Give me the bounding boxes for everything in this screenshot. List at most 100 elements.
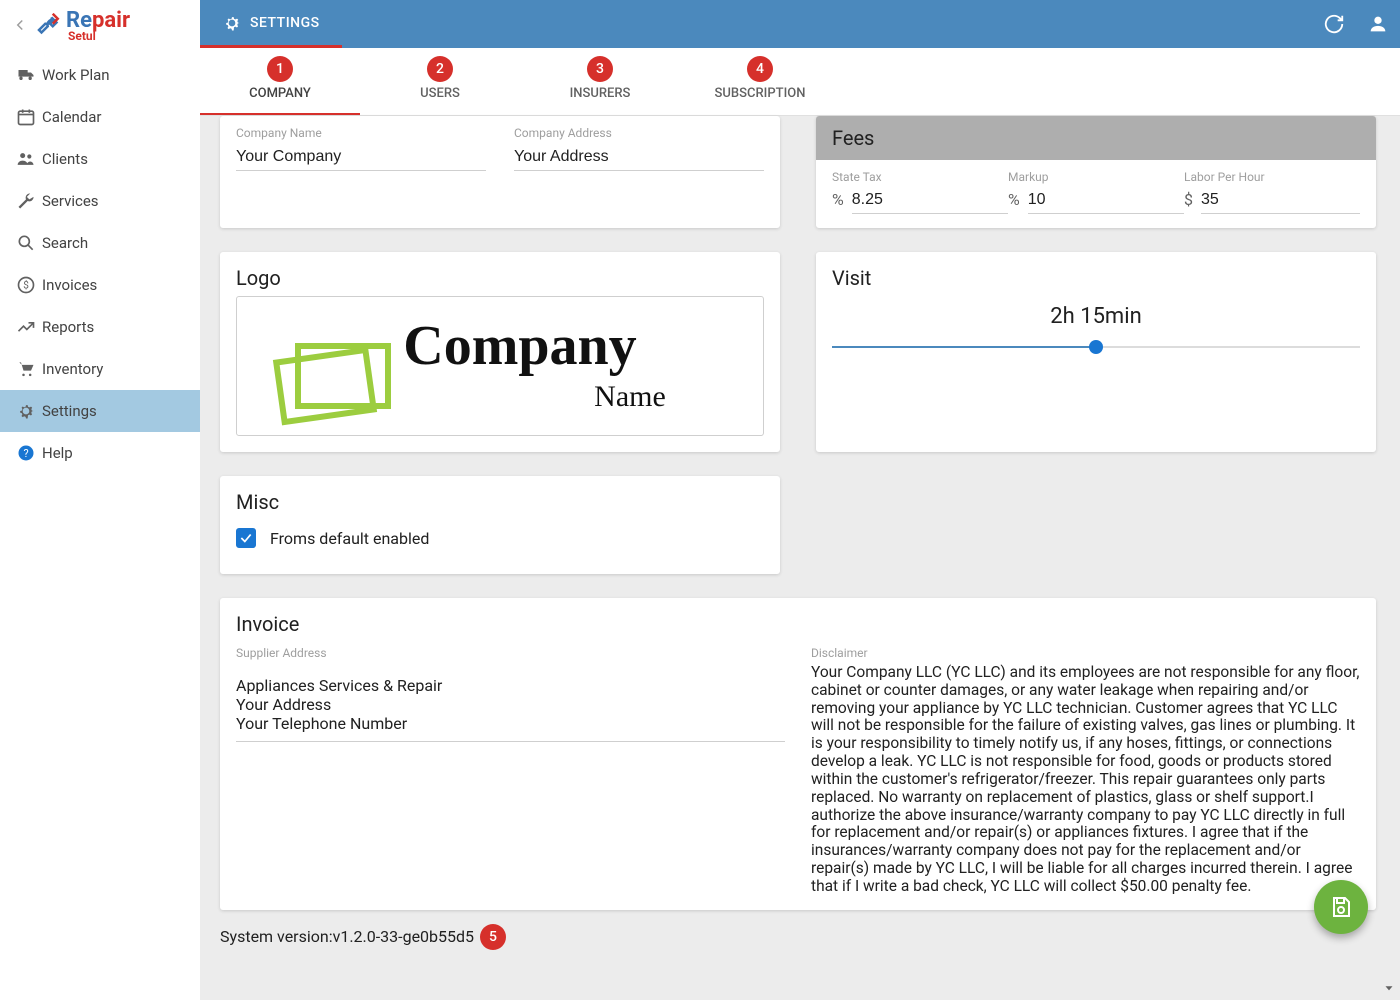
nav-calendar[interactable]: Calendar (0, 96, 200, 138)
svg-text:Name: Name (594, 380, 666, 413)
people-icon (16, 149, 42, 169)
calendar-icon (16, 107, 42, 127)
chart-line-icon (16, 317, 42, 337)
misc-card: Misc Froms default enabled (220, 476, 780, 574)
supplier-address-input[interactable]: Appliances Services & Repair Your Addres… (236, 662, 785, 742)
save-fab[interactable] (1314, 880, 1368, 934)
tab-badge: 4 (747, 56, 773, 82)
field-label: Supplier Address (236, 646, 785, 660)
sidebar: Repair Setul Work Plan Calendar Clients … (0, 0, 200, 1000)
markup-field: Markup % (1008, 166, 1184, 214)
logo-image[interactable]: Company Name (236, 296, 764, 436)
truck-icon (16, 65, 42, 85)
tab-users[interactable]: 2 USERS (360, 48, 520, 115)
fees-title: Fees (816, 116, 1376, 160)
labor-input[interactable] (1201, 185, 1360, 214)
tab-subscription[interactable]: 4 SUBSCRIPTION (680, 48, 840, 115)
company-address-input[interactable] (514, 142, 764, 171)
cart-icon (16, 359, 42, 379)
tab-company[interactable]: 1 COMPANY (200, 48, 360, 115)
field-label: Markup (1008, 170, 1049, 184)
gear-icon (16, 401, 42, 421)
nav-clients[interactable]: Clients (0, 138, 200, 180)
refresh-button[interactable] (1312, 2, 1356, 46)
nav-reports[interactable]: Reports (0, 306, 200, 348)
tab-label: USERS (420, 86, 460, 101)
wrench-icon (34, 10, 64, 40)
nav-services[interactable]: Services (0, 180, 200, 222)
misc-title: Misc (220, 476, 780, 520)
system-version-label: System version: (220, 927, 333, 946)
wrench-icon (16, 191, 42, 211)
scroll-down-arrow[interactable] (1382, 980, 1396, 994)
visit-slider[interactable] (832, 337, 1360, 357)
company-name-field: Company Name (236, 126, 486, 214)
svg-text:Company: Company (403, 315, 636, 377)
invoice-card: Invoice Supplier Address Appliances Serv… (220, 598, 1376, 910)
visit-card: Visit 2h 15min (816, 252, 1376, 452)
settings-grid: Company Name Company Address Fees State … (200, 116, 1400, 910)
system-version-value: v1.2.0-33-ge0b55d5 (333, 927, 474, 946)
help-icon: ? (16, 443, 42, 463)
chevron-down-icon (1382, 981, 1396, 995)
labor-field: Labor Per Hour $ (1184, 166, 1360, 214)
tab-label: SUBSCRIPTION (715, 86, 806, 101)
field-label: State Tax (832, 170, 882, 184)
nav-inventory[interactable]: Inventory (0, 348, 200, 390)
back-button[interactable] (6, 11, 34, 39)
company-logo-icon: Company Name (260, 306, 740, 426)
tab-label: INSURERS (570, 86, 631, 101)
nav-search[interactable]: Search (0, 222, 200, 264)
nav-label: Help (42, 444, 73, 462)
dollar-circle-icon: $ (16, 275, 42, 295)
field-label: Disclaimer (811, 646, 1360, 660)
nav: Work Plan Calendar Clients Services Sear… (0, 54, 200, 474)
settings-subtabs: 1 COMPANY 2 USERS 3 INSURERS 4 SUBSCRIPT… (200, 48, 1400, 116)
content: 1 COMPANY 2 USERS 3 INSURERS 4 SUBSCRIPT… (200, 48, 1400, 1000)
nav-settings[interactable]: Settings (0, 390, 200, 432)
markup-input[interactable] (1028, 185, 1184, 214)
search-icon (16, 233, 42, 253)
nav-label: Calendar (42, 108, 102, 126)
system-version: System version: v1.2.0-33-ge0b55d5 5 (200, 910, 1400, 950)
company-address-field: Company Address (514, 126, 764, 214)
check-icon (239, 531, 253, 545)
forms-default-checkbox[interactable] (236, 528, 256, 548)
system-version-badge: 5 (480, 924, 506, 950)
nav-invoices[interactable]: $ Invoices (0, 264, 200, 306)
logo-area: Repair Setul (0, 0, 200, 50)
save-icon (1329, 895, 1353, 919)
nav-label: Work Plan (42, 66, 110, 84)
account-button[interactable] (1356, 2, 1400, 46)
state-tax-field: State Tax % (832, 166, 1008, 214)
tab-badge: 2 (427, 56, 453, 82)
nav-label: Services (42, 192, 99, 210)
visit-title: Visit (816, 252, 1376, 296)
checkbox-label: Froms default enabled (270, 529, 429, 548)
topbar: SETTINGS (200, 0, 1400, 48)
topbar-tab-settings[interactable]: SETTINGS (200, 0, 342, 48)
tab-insurers[interactable]: 3 INSURERS (520, 48, 680, 115)
company-name-input[interactable] (236, 142, 486, 171)
disclaimer-text[interactable]: Your Company LLC (YC LLC) and its employ… (811, 662, 1360, 896)
gear-icon (222, 13, 242, 33)
nav-help[interactable]: ? Help (0, 432, 200, 474)
disclaimer-field: Disclaimer Your Company LLC (YC LLC) and… (811, 646, 1360, 896)
state-tax-input[interactable] (852, 185, 1008, 214)
tab-label: COMPANY (249, 86, 311, 101)
nav-label: Inventory (42, 360, 103, 378)
field-label: Company Name (236, 126, 486, 140)
nav-work-plan[interactable]: Work Plan (0, 54, 200, 96)
nav-label: Invoices (42, 276, 97, 294)
slider-thumb[interactable] (1089, 340, 1103, 354)
visit-value: 2h 15min (832, 304, 1360, 329)
svg-text:?: ? (23, 447, 28, 460)
person-icon (1367, 13, 1389, 35)
fees-card: Fees State Tax % Markup % (816, 116, 1376, 228)
logo-title: Logo (220, 252, 780, 296)
percent-icon: % (832, 190, 844, 209)
company-card: Company Name Company Address (220, 116, 780, 228)
refresh-icon (1323, 13, 1345, 35)
nav-label: Settings (42, 402, 97, 420)
field-label: Company Address (514, 126, 764, 140)
